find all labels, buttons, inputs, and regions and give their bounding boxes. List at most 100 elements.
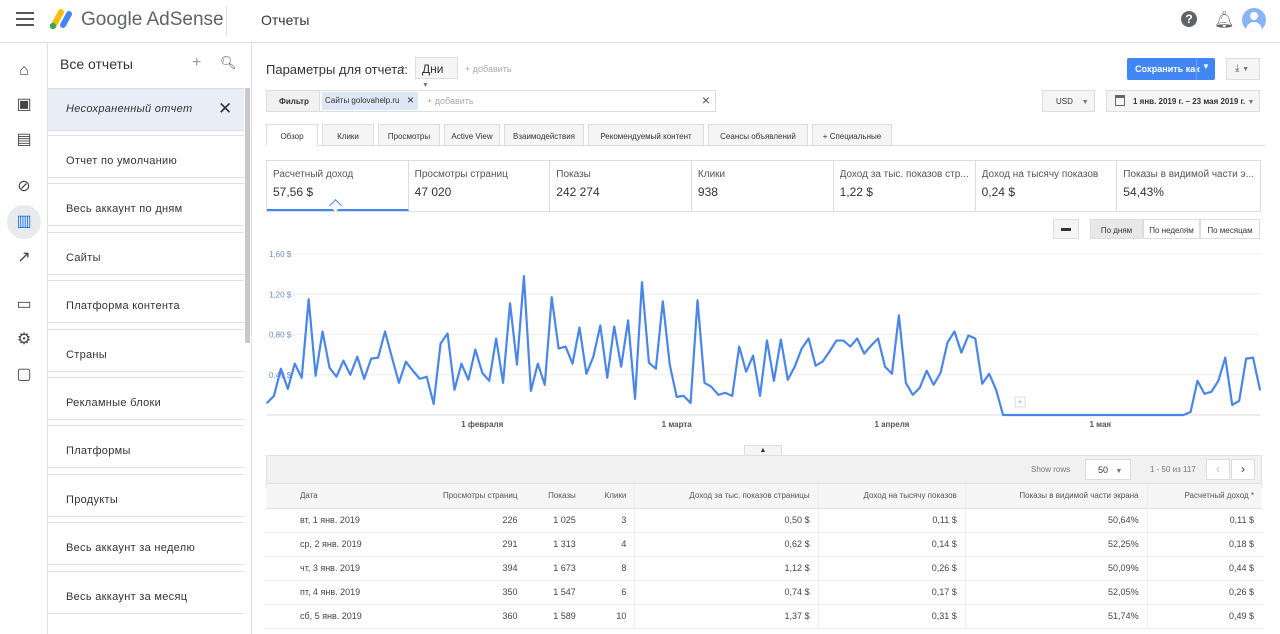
chevron-down-icon[interactable]: ▼ [1202, 62, 1210, 71]
bell-icon[interactable]: 🔔︎ [1214, 10, 1234, 30]
add-report-button[interactable]: + [192, 54, 201, 72]
tab-1[interactable]: Клики [322, 124, 374, 146]
sidebar-item[interactable]: Продукты [48, 473, 244, 517]
dimension-select[interactable]: Дни ▼ [415, 57, 458, 89]
close-icon[interactable]: ✕ [218, 99, 232, 119]
column-header[interactable]: Дата [266, 484, 405, 509]
add-dimension-link[interactable]: + добавить [465, 64, 512, 74]
table-row[interactable]: чт, 3 янв. 2019 394 1 673 8 1,12 $0,26 $50,0… [266, 556, 1262, 581]
payments-icon[interactable]: ▭ [12, 293, 36, 317]
data-point [564, 345, 567, 348]
settings-icon[interactable]: ⚙ [12, 328, 36, 352]
tab-0[interactable]: Обзор [266, 124, 318, 146]
column-header[interactable]: Показы [525, 484, 584, 509]
filter-chip[interactable]: Сайты golovahelp.ru × [322, 92, 418, 110]
data-point [516, 363, 518, 366]
date-range-picker[interactable]: 1 янв. 2019 г. – 23 мая 2019 г. ▼ [1106, 90, 1260, 112]
sidebar-item[interactable]: Страны [48, 328, 244, 372]
granularity-week[interactable]: По неделям [1143, 219, 1200, 239]
ads-icon[interactable]: ▣ [12, 93, 36, 117]
kpi-card[interactable]: Показы в видимой части э... 54,43% [1117, 161, 1260, 211]
column-header[interactable]: Просмотры страниц [404, 484, 526, 509]
data-point [870, 344, 872, 347]
column-header[interactable]: Доход за тыс. показов страницы [634, 484, 819, 509]
sidebar-item[interactable]: Платформы [48, 425, 244, 469]
sidebar-item[interactable]: Платформа контента [48, 280, 244, 324]
table-cell: 0,74 $ [634, 580, 819, 605]
add-filter-input[interactable]: + добавить [427, 96, 474, 106]
sites-icon[interactable]: ▤ [12, 128, 36, 152]
avatar[interactable] [1242, 8, 1266, 32]
data-point [738, 345, 740, 348]
top-bar: Google AdSense Отчеты ? 🔔︎ [0, 0, 1280, 43]
currency-select[interactable]: USD ▼ [1042, 90, 1095, 112]
feedback-icon[interactable]: ▢ [12, 363, 36, 387]
tab-2[interactable]: Просмотры [378, 124, 440, 146]
data-point [439, 342, 442, 345]
sidebar-item[interactable]: Весь аккаунт за неделю [48, 522, 244, 566]
table-cell: 10 [583, 604, 635, 629]
save-as-button[interactable]: Сохранить как ▼ [1127, 58, 1215, 80]
sidebar-scrollbar[interactable] [245, 88, 250, 343]
kpi-card[interactable]: Просмотры страниц 47 020 [409, 161, 551, 211]
column-header[interactable]: Показы в видимой части экрана [964, 484, 1148, 509]
table-cell: 0,11 $ [817, 508, 966, 533]
kpi-card[interactable]: Доход на тысячу показов 0,24 $ [976, 161, 1118, 211]
table-row[interactable]: вт, 1 янв. 2019 226 1 025 3 0,50 $0,11 $50,6… [266, 508, 1262, 533]
tab-7[interactable]: + Специальные [812, 124, 892, 146]
download-button[interactable]: ⤓ ▼ [1226, 58, 1260, 80]
column-header[interactable]: Доход на тысячу показов [817, 484, 966, 509]
granularity-day[interactable]: По дням [1090, 219, 1143, 239]
table-row[interactable]: сб, 5 янв. 2019 360 1 589 10 1,37 $0,31 $51,… [266, 604, 1262, 629]
calendar-icon [1115, 95, 1125, 106]
tab-5[interactable]: Рекомендуемый контент [588, 124, 704, 146]
dimension-value: Дни [422, 62, 444, 76]
data-point [1085, 414, 1088, 416]
column-header[interactable]: Расчетный доход * [1146, 484, 1262, 509]
data-point [1050, 414, 1053, 416]
rows-per-page-select[interactable]: 50 ▼ [1085, 459, 1131, 480]
remove-chip-icon[interactable]: × [407, 93, 414, 107]
data-point [953, 330, 956, 333]
kpi-card[interactable]: Доход за тыс. показов стр... 1,22 $ [834, 161, 976, 211]
kpi-card[interactable]: Показы 242 274 [550, 161, 692, 211]
sidebar-item[interactable]: Весь аккаунт за месяц [48, 570, 244, 614]
x-tick-label: 1 марта [662, 420, 693, 429]
prev-page-button[interactable]: ‹ [1206, 459, 1230, 480]
help-icon[interactable]: ? [1181, 11, 1197, 27]
table-row[interactable]: пт, 4 янв. 2019 350 1 547 6 0,74 $0,17 $52,0… [266, 580, 1262, 605]
table-cell: 4 [583, 532, 635, 557]
optimization-icon[interactable]: ↗ [12, 246, 36, 270]
tab-3[interactable]: Active View [444, 124, 500, 146]
sidebar-item[interactable]: Отчет по умолчанию [48, 135, 244, 178]
sidebar-item[interactable]: Весь аккаунт по дням [48, 183, 244, 227]
tab-4[interactable]: Взаимодействия [504, 124, 584, 146]
clear-filter-icon[interactable]: × [702, 92, 710, 108]
annotation-icon[interactable]: ▬ [1053, 219, 1079, 239]
block-icon[interactable]: ⊘ [12, 175, 36, 199]
granularity-month[interactable]: По месяцам [1200, 219, 1260, 239]
tab-6[interactable]: Сеансы объявлений [708, 124, 808, 146]
sidebar-item[interactable]: Сайты [48, 231, 244, 275]
data-point [1127, 414, 1129, 416]
menu-icon[interactable] [16, 12, 34, 28]
home-icon[interactable]: ⌂ [12, 59, 36, 83]
data-point [1231, 404, 1234, 406]
sidebar-item[interactable]: Рекламные блоки [48, 377, 244, 420]
sidebar-item-unsaved[interactable]: Несохраненный отчет ✕ [48, 88, 244, 131]
search-icon[interactable]: 🔍︎ [220, 55, 237, 71]
table-cell: 1 313 [525, 532, 584, 557]
reports-sidebar: Все отчеты + 🔍︎ Несохраненный отчет ✕ От… [48, 43, 252, 634]
kpi-card[interactable]: Расчетный доход 57,56 $ [267, 161, 409, 211]
next-page-button[interactable]: › [1231, 459, 1255, 480]
reports-icon[interactable]: ▥ [7, 205, 41, 239]
column-header[interactable]: Клики [583, 484, 635, 509]
data-point [780, 338, 782, 341]
data-point [377, 356, 379, 359]
report-tabs: Обзор Клики Просмотры Active View Взаимодейс… [266, 124, 1266, 146]
data-point [613, 325, 616, 328]
kpi-card[interactable]: Клики 938 [692, 161, 834, 211]
table-row[interactable]: ср, 2 янв. 2019 291 1 313 4 0,62 $0,14 $52,2… [266, 532, 1262, 557]
kpi-value: 57,56 $ [273, 185, 314, 199]
data-point [662, 300, 664, 303]
